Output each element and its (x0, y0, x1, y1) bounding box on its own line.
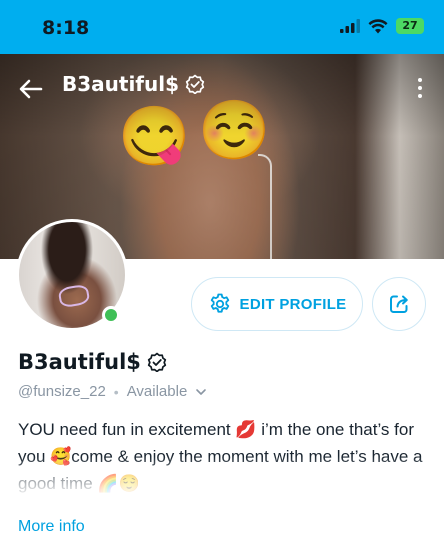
arrow-left-icon (19, 79, 43, 99)
more-info-link[interactable]: More info (18, 518, 85, 536)
share-button[interactable] (372, 277, 426, 331)
profile-name: B3autiful$ (18, 350, 167, 374)
verified-badge-icon (147, 352, 167, 372)
dot (418, 86, 422, 90)
battery-indicator: 27 (396, 18, 424, 34)
wifi-icon (368, 18, 388, 33)
profile-display-name: B3autiful$ (18, 350, 141, 374)
availability-status[interactable]: Available (127, 383, 188, 400)
header-display-name: B3autiful$ (62, 72, 180, 96)
edit-profile-label: EDIT PROFILE (239, 295, 347, 313)
share-icon (390, 295, 408, 313)
back-button[interactable] (16, 74, 46, 104)
chevron-down-icon[interactable] (195, 386, 207, 398)
dot (418, 94, 422, 98)
status-time: 8:18 (42, 17, 90, 39)
separator-dot: • (113, 383, 119, 400)
vertical-dots-icon (418, 78, 422, 82)
header-title: B3autiful$ (62, 72, 205, 96)
bio-fade-overlay (0, 456, 444, 506)
gear-icon (210, 293, 229, 313)
more-options-button[interactable] (410, 74, 430, 102)
status-icons: 27 (340, 18, 424, 34)
edit-profile-button[interactable]: EDIT PROFILE (191, 277, 363, 331)
online-status-dot (102, 306, 120, 324)
username: @funsize_22 (18, 383, 106, 400)
signal-icon (340, 19, 360, 33)
battery-level: 27 (402, 19, 418, 32)
profile-page: 8:18 27 😋 ☺️ (0, 0, 444, 540)
profile-meta: @funsize_22 • Available (18, 383, 207, 400)
avatar-detail (57, 283, 91, 309)
status-bar: 8:18 27 (0, 0, 444, 54)
verified-badge-icon (185, 74, 205, 94)
